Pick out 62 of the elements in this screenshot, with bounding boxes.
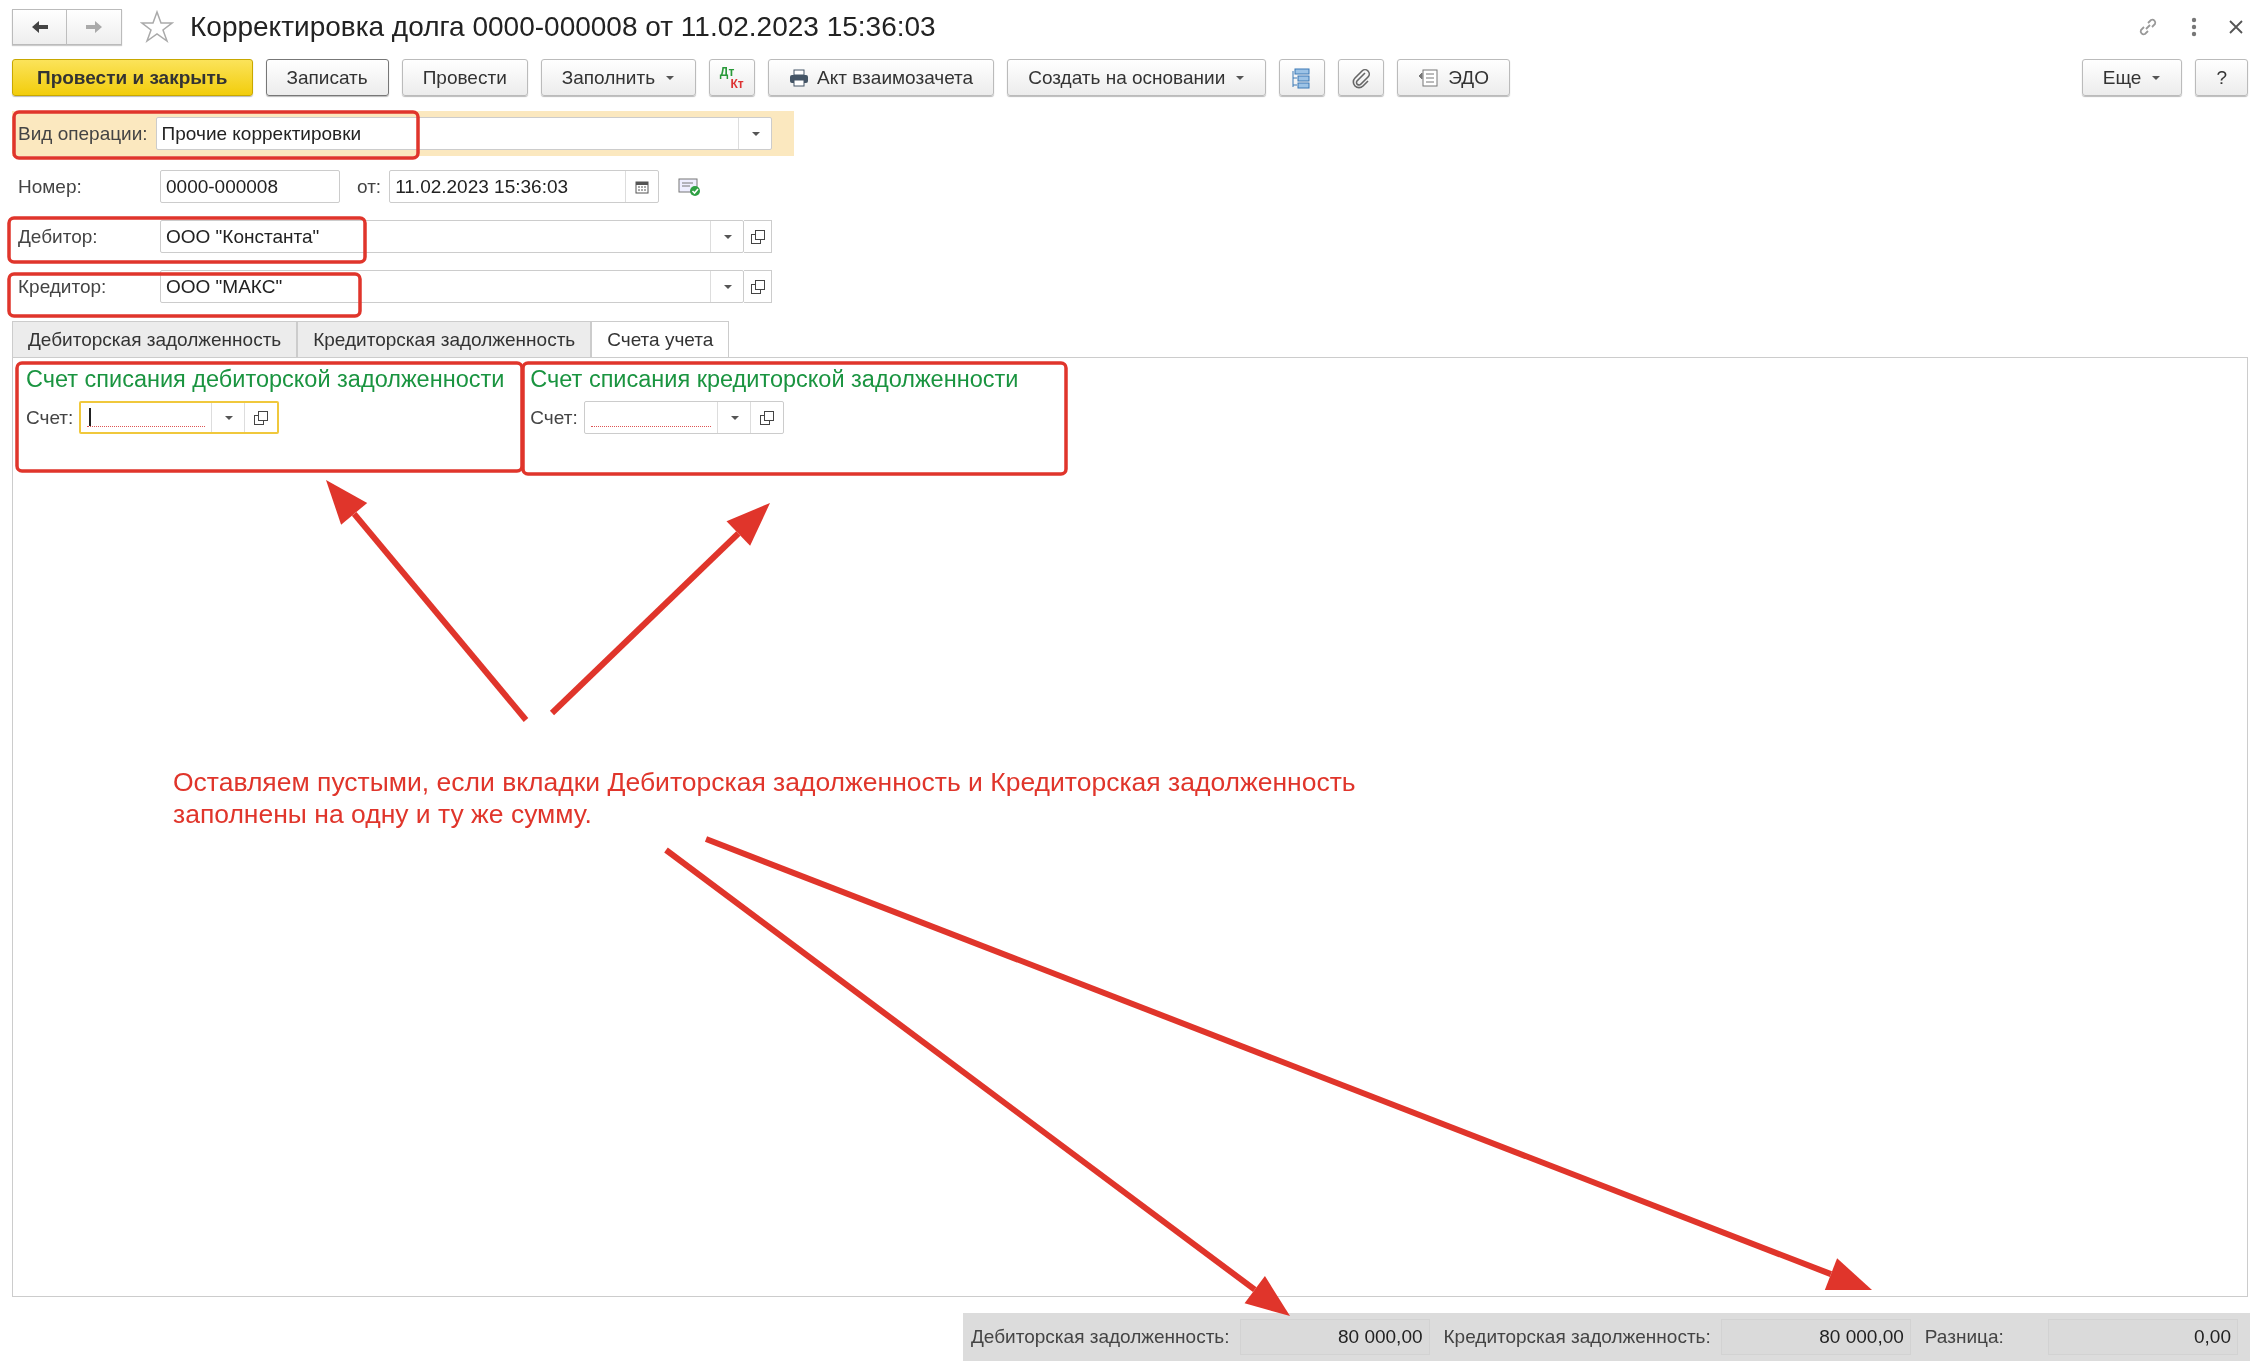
open-window-icon [253,409,270,426]
number-field[interactable]: 0000-000008 [160,170,340,203]
tab[interactable]: Кредиторская задолженность [297,321,592,357]
document-exchange-icon [1418,67,1441,88]
forward-arrow-icon [84,19,104,35]
debtor-field[interactable]: ООО "Константа" [160,220,744,253]
caret-icon [665,74,676,81]
account-field[interactable] [583,401,784,434]
more-icon[interactable] [2190,16,2198,38]
caret-icon [750,130,761,137]
open-window-icon [758,409,775,426]
open-button[interactable] [744,220,772,253]
field-label: Счет: [530,406,578,429]
tab[interactable]: Счета учета [591,321,730,357]
window-title: Корректировка долга 0000-000008 от 11.02.2023 15:36:03 [190,11,936,43]
caret-icon [1235,74,1246,81]
group-title: Счет списания кредиторской задолженности [530,366,1019,393]
total-value: 0,00 [2048,1319,2238,1355]
field-label: от: [357,175,382,198]
creditor-field[interactable]: ООО "МАКС" [160,270,744,303]
total-label: Кредиторская задолженность: [1443,1326,1711,1348]
open-window-icon [749,278,766,295]
caret-icon [723,233,733,240]
printer-icon [789,68,810,87]
toolbar-button[interactable]: Провести [401,59,528,96]
caret-icon [2151,74,2162,81]
total-value: 80 000,00 [1720,1319,1911,1355]
attach-button[interactable] [1338,59,1385,96]
tab[interactable]: Дебиторская задолженность [12,321,298,357]
field-label: Счет: [26,406,74,429]
toolbar-button[interactable]: ? [2195,59,2248,96]
field-label: Кредитор: [18,275,108,298]
field-label: Вид операции: [18,122,148,145]
edo-button[interactable]: ЭДО [1397,59,1510,96]
caret-icon [224,414,235,421]
calendar-icon [635,179,650,194]
operation-type-field[interactable]: Прочие корректировки [155,117,772,150]
open-button[interactable] [744,270,772,303]
print-button[interactable]: Акт взаимозачета [768,59,995,96]
account-field[interactable] [79,401,280,434]
dropdown-button[interactable]: Заполнить [540,59,697,96]
total-label: Разница: [1924,1326,2004,1348]
total-value: 80 000,00 [1239,1319,1430,1355]
post-and-close-button[interactable]: Провести и закрыть [12,59,253,96]
paperclip-icon [1351,66,1372,89]
caret-icon [729,414,740,421]
field-label: Дебитор: [18,225,99,248]
open-window-icon [749,228,766,245]
toolbar-button[interactable]: Записать [265,59,389,96]
annotation-text: Оставляем пустыми, если вкладки Дебиторская задолженность и Кредиторская задолженность заполнены на одну и ту же сумму. [173,766,1357,830]
group-title: Счет списания дебиторской задолженности [26,366,505,393]
back-button[interactable] [12,9,67,45]
total-label: Дебиторская задолженность: [971,1326,1230,1348]
close-icon[interactable] [2228,19,2244,35]
caret-icon [723,283,733,290]
dropdown-button[interactable]: Еще [2081,59,2183,96]
date-field[interactable]: 11.02.2023 15:36:03 [389,170,660,203]
star-icon[interactable] [140,10,174,44]
debit-credit-button[interactable]: Дт Кт [709,59,756,96]
field-label: Номер: [18,175,83,198]
structure-button[interactable] [1279,59,1326,96]
dropdown-button[interactable]: Создать на основании [1007,59,1267,96]
